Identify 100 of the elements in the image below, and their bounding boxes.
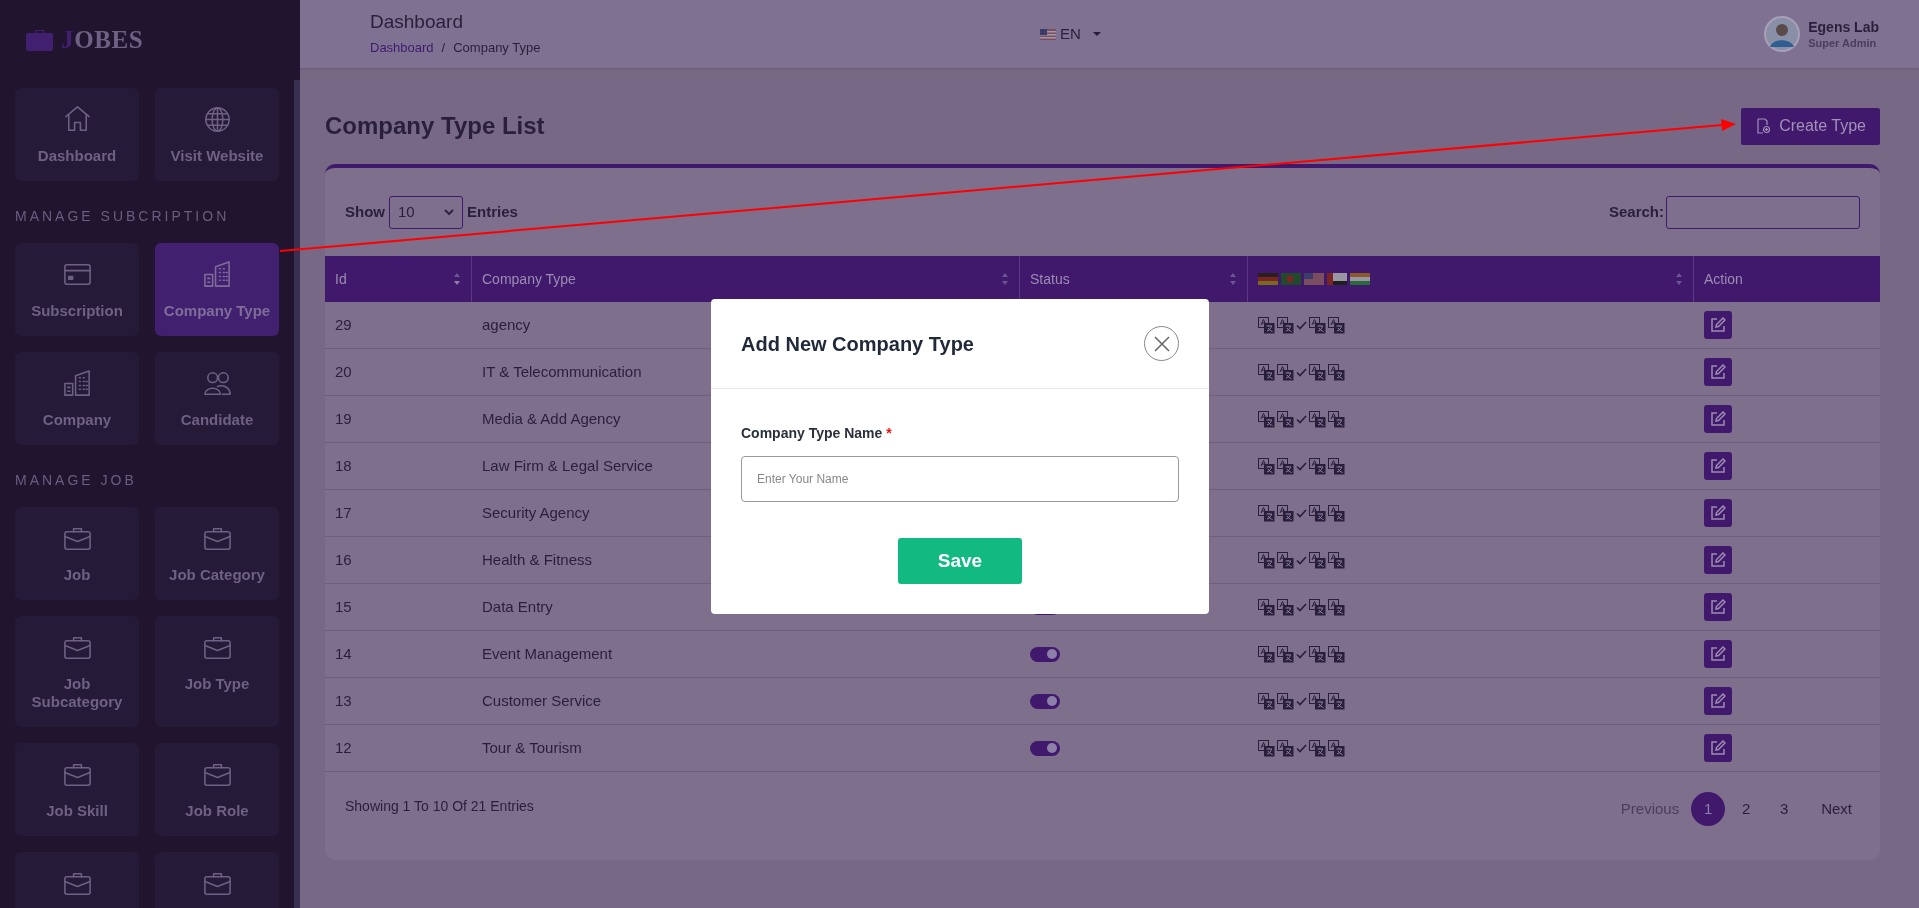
chevron-down-icon [444,208,454,216]
sidebar-item[interactable]: Candidate [155,352,279,445]
section-heading: MANAGE SUBCRIPTION [15,207,231,226]
sidebar-item[interactable]: Job [15,507,139,600]
translate-icon[interactable] [1328,316,1345,334]
search-field[interactable] [1666,195,1860,229]
translate-icon[interactable] [1277,692,1294,710]
translate-icon[interactable] [1277,551,1294,569]
translate-icon[interactable] [1309,316,1326,334]
sidebar-item[interactable]: Job Category [155,507,279,600]
edit-button[interactable] [1704,640,1732,668]
translate-icon[interactable] [1328,598,1345,616]
sidebar-item[interactable]: Job Type [155,616,279,727]
translate-icon[interactable] [1309,551,1326,569]
page-size-select[interactable]: 10 [389,195,463,229]
table-cell-text: 14 [335,643,352,664]
translate-icon[interactable] [1328,645,1345,663]
modal-title: Add New Company Type [741,331,974,357]
entries-summary: Showing 1 To 10 Of 21 Entries [345,797,534,816]
translate-icon[interactable] [1277,739,1294,757]
sort-icon [1001,272,1009,286]
flag-icon [1040,28,1056,40]
edit-icon [1710,693,1726,709]
edit-button[interactable] [1704,546,1732,574]
scrollbar[interactable] [294,80,300,908]
translate-icon[interactable] [1328,692,1345,710]
page-heading: Dashboard [370,10,464,35]
status-toggle[interactable] [1030,646,1060,662]
breadcrumb-item[interactable]: Dashboard [370,38,434,58]
sidebar-item[interactable]: Job Subcategory [15,616,139,727]
sidebar-item[interactable]: Job Role [155,743,279,836]
translate-icon[interactable] [1258,316,1275,334]
translate-icon[interactable] [1258,739,1275,757]
translate-icon[interactable] [1277,645,1294,663]
translate-icon[interactable] [1309,504,1326,522]
translate-icon[interactable] [1328,504,1345,522]
translate-icon[interactable] [1328,457,1345,475]
translate-icon[interactable] [1277,316,1294,334]
table-cell-text: 17 [335,502,352,523]
translate-icon[interactable] [1258,457,1275,475]
translate-icon[interactable] [1328,551,1345,569]
edit-button[interactable] [1704,311,1732,339]
sort-icon [1675,272,1683,286]
translate-icon[interactable] [1309,739,1326,757]
translate-icon[interactable] [1309,645,1326,663]
sidebar-item[interactable]: Visit Website [155,88,279,181]
save-button[interactable]: Save [898,538,1022,584]
sort-icon [1229,272,1237,286]
translate-icon[interactable] [1258,410,1275,428]
sidebar-item[interactable]: Job Skill [15,743,139,836]
translate-icon[interactable] [1258,692,1275,710]
sidebar-item[interactable]: Company Type [155,243,279,336]
translate-icon[interactable] [1309,410,1326,428]
flags-icon [1258,273,1370,285]
translate-icon[interactable] [1309,598,1326,616]
page-title: Company Type List [325,111,545,141]
translate-icon[interactable] [1258,504,1275,522]
entries-label: Entries [467,201,518,222]
edit-button[interactable] [1704,499,1732,527]
edit-button[interactable] [1704,358,1732,386]
table-cell-text: 15 [335,596,352,617]
translate-icon[interactable] [1277,363,1294,381]
name-input-field[interactable]: Enter Your Name [741,456,1179,502]
page-link[interactable]: 2 [1729,792,1764,826]
translate-icon[interactable] [1328,363,1345,381]
translate-icon[interactable] [1258,645,1275,663]
status-toggle[interactable] [1030,740,1060,756]
page-link[interactable]: 1 [1691,792,1726,826]
header-cell-text: Action [1703,269,1744,289]
edit-button[interactable] [1704,405,1732,433]
section-heading: MANAGE JOB [15,471,138,490]
briefcase-logo-icon [26,28,53,52]
language-selector[interactable]: EN [1040,22,1103,46]
create-type-button[interactable]: Create Type [1741,107,1880,145]
translate-icon[interactable] [1277,504,1294,522]
translate-icon[interactable] [1277,410,1294,428]
translate-icon[interactable] [1258,363,1275,381]
sidebar-item[interactable]: Subscription [15,243,139,336]
edit-button[interactable] [1704,687,1732,715]
sidebar-item[interactable]: Company [15,352,139,445]
edit-button[interactable] [1704,452,1732,480]
translate-icon[interactable] [1277,598,1294,616]
edit-button[interactable] [1704,734,1732,762]
translate-icon[interactable] [1328,410,1345,428]
status-toggle[interactable] [1030,693,1060,709]
translate-icon[interactable] [1258,598,1275,616]
translate-icon[interactable] [1328,739,1345,757]
page-link[interactable]: 3 [1767,792,1802,826]
translate-icon[interactable] [1277,457,1294,475]
translate-icon[interactable] [1309,692,1326,710]
header-cell[interactable]: Id [325,256,472,302]
table-cell-text: 20 [335,361,352,382]
translate-icon[interactable] [1309,457,1326,475]
table-cell-text: Media & Add Agency [482,408,621,429]
sidebar-item[interactable]: Dashboard [15,88,139,181]
translate-icon[interactable] [1309,363,1326,381]
edit-button[interactable] [1704,593,1732,621]
table-cell-text: Law Firm & Legal Service [482,455,653,476]
next-link[interactable]: Next [1813,797,1860,821]
translate-icon[interactable] [1258,551,1275,569]
